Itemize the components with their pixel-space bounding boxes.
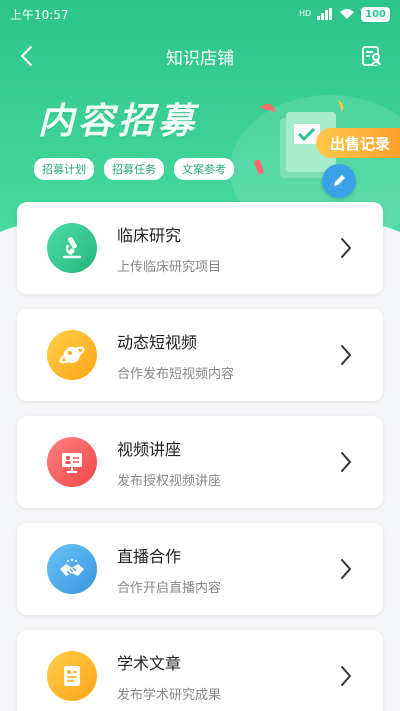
edit-button[interactable]	[322, 164, 356, 198]
microscope-icon	[47, 223, 97, 273]
card-academic-article[interactable]: 学术文章 发布学术研究成果	[17, 630, 383, 711]
card-clinical-research[interactable]: 临床研究 上传临床研究项目	[17, 202, 383, 294]
handshake-icon	[47, 544, 97, 594]
tag-copy-reference[interactable]: 文案参考	[174, 158, 234, 180]
status-bar: 上午10:57 HD 100	[0, 0, 400, 28]
banner-tags: 招募计划 招募任务 文案参考	[34, 158, 234, 180]
content-card-list: 临床研究 上传临床研究项目 动态短视频 合作发布短视频内容 视频讲座 发布授权视…	[17, 202, 383, 711]
card-subtitle: 发布学术研究成果	[117, 687, 222, 703]
back-button[interactable]	[12, 42, 40, 70]
card-subtitle: 合作发布短视频内容	[117, 366, 235, 382]
document-icon	[47, 651, 97, 701]
user-card-icon	[362, 46, 382, 66]
page-title: 知识店铺	[166, 48, 234, 69]
sales-record-button[interactable]: 出售记录	[315, 128, 400, 158]
signal-icon	[317, 8, 333, 20]
status-icons: HD 100	[298, 6, 390, 22]
card-title: 临床研究	[117, 225, 182, 245]
card-short-video[interactable]: 动态短视频 合作发布短视频内容	[17, 309, 383, 401]
hd-icon: HD	[298, 9, 312, 18]
chevron-right-icon	[341, 345, 351, 365]
card-live-cooperation[interactable]: 直播合作 合作开启直播内容	[17, 523, 383, 615]
chevron-right-icon	[341, 238, 351, 258]
nav-bar: 知识店铺	[0, 36, 400, 76]
card-title: 直播合作	[117, 546, 182, 566]
wifi-icon	[340, 9, 355, 19]
card-title: 视频讲座	[117, 439, 182, 459]
card-title: 学术文章	[117, 653, 182, 673]
tag-recruit-plan[interactable]: 招募计划	[34, 158, 94, 180]
card-subtitle: 上传临床研究项目	[117, 259, 222, 275]
chevron-left-icon	[21, 46, 32, 66]
battery-icon: 100	[361, 6, 390, 22]
card-subtitle: 合作开启直播内容	[117, 580, 222, 596]
banner-title: 内容招募	[38, 101, 199, 142]
card-subtitle: 发布授权视频讲座	[117, 473, 222, 489]
presentation-icon	[47, 437, 97, 487]
card-title: 动态短视频	[117, 332, 198, 352]
profile-card-button[interactable]	[358, 42, 386, 70]
card-video-lecture[interactable]: 视频讲座 发布授权视频讲座	[17, 416, 383, 508]
tag-recruit-task[interactable]: 招募任务	[104, 158, 164, 180]
status-time: 上午10:57	[10, 7, 69, 22]
chevron-right-icon	[341, 452, 351, 472]
pen-icon	[334, 175, 345, 186]
chevron-right-icon	[341, 559, 351, 579]
planet-icon	[47, 330, 97, 380]
chevron-right-icon	[341, 666, 351, 686]
